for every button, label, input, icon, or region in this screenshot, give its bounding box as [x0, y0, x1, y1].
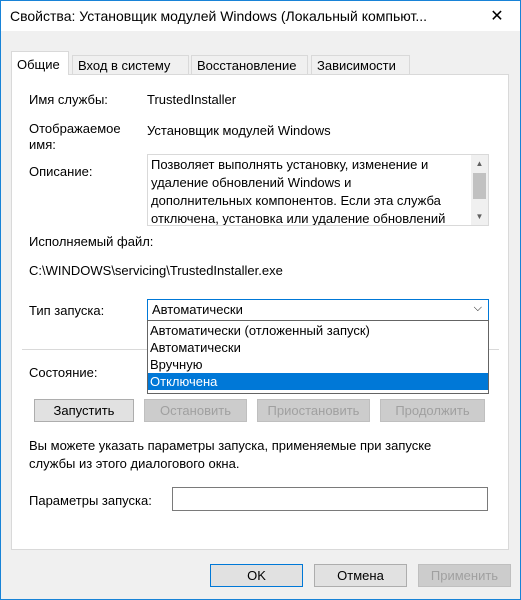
pause-button-label: Приостановить: [267, 403, 360, 418]
stop-button-label: Остановить: [160, 403, 231, 418]
tab-general[interactable]: Общие: [11, 51, 69, 75]
startup-option-manual[interactable]: Вручную: [148, 356, 488, 373]
scrollbar-thumb[interactable]: [473, 173, 486, 199]
start-params-label: Параметры запуска:: [29, 493, 152, 508]
service-properties-dialog: Свойства: Установщик модулей Windows (Ло…: [0, 0, 521, 600]
description-line: Позволяет выполнять установку, изменение…: [151, 157, 429, 172]
description-line: отключена, установка или удаление обновл…: [151, 211, 446, 226]
resume-button[interactable]: Продолжить: [380, 399, 485, 422]
tab-recovery[interactable]: Восстановление: [191, 55, 308, 74]
description-label: Описание:: [29, 164, 93, 179]
title-bar[interactable]: Свойства: Установщик модулей Windows (Ло…: [1, 1, 520, 31]
status-label: Состояние:: [29, 365, 98, 380]
startup-option-disabled[interactable]: Отключена: [148, 373, 488, 390]
stop-button[interactable]: Остановить: [144, 399, 247, 422]
start-button[interactable]: Запустить: [34, 399, 134, 422]
ok-button-label: OK: [247, 568, 266, 583]
scroll-down-icon[interactable]: ▼: [471, 208, 488, 225]
apply-button[interactable]: Применить: [418, 564, 511, 587]
startup-option-auto[interactable]: Автоматически: [148, 339, 488, 356]
description-line: удаление обновлений Windows и: [151, 175, 352, 190]
startup-option-auto-delayed[interactable]: Автоматически (отложенный запуск): [148, 322, 488, 339]
description-textbox[interactable]: Позволяет выполнять установку, изменение…: [147, 154, 489, 226]
description-line: дополнительных компонентов. Если эта слу…: [151, 193, 441, 208]
startup-type-value: Автоматически: [152, 302, 243, 317]
ok-button[interactable]: OK: [210, 564, 303, 587]
startup-type-label: Тип запуска:: [29, 303, 105, 318]
general-tab-panel: Имя службы: TrustedInstaller Отображаемо…: [11, 74, 509, 550]
executable-label: Исполняемый файл:: [29, 234, 154, 249]
tab-logon-label: Вход в систему: [78, 58, 171, 73]
display-name-label-line2: имя:: [29, 137, 56, 152]
startup-type-dropdown: Автоматически (отложенный запуск) Автома…: [147, 320, 489, 394]
service-name-value: TrustedInstaller: [147, 92, 237, 107]
tab-logon[interactable]: Вход в систему: [72, 55, 189, 74]
start-params-input[interactable]: [172, 487, 488, 511]
tab-dependencies[interactable]: Зависимости: [311, 55, 410, 74]
chevron-down-icon: ⌵: [473, 302, 482, 314]
cancel-button-label: Отмена: [337, 568, 384, 583]
start-button-label: Запустить: [53, 403, 115, 418]
cancel-button[interactable]: Отмена: [314, 564, 407, 587]
hint-text-line1: Вы можете указать параметры запуска, при…: [29, 438, 432, 453]
hint-text-line2: службы из этого диалогового окна.: [29, 456, 240, 471]
close-icon[interactable]: ✕: [474, 1, 520, 31]
service-name-label: Имя службы:: [29, 92, 108, 107]
description-text: Позволяет выполнять установку, изменение…: [151, 156, 469, 226]
tab-recovery-label: Восстановление: [197, 58, 297, 73]
description-scrollbar[interactable]: ▲ ▼: [471, 155, 488, 225]
apply-button-label: Применить: [430, 568, 499, 583]
display-name-label-line1: Отображаемое: [29, 121, 121, 136]
scroll-up-icon[interactable]: ▲: [471, 155, 488, 172]
tab-general-label: Общие: [17, 57, 60, 72]
pause-button[interactable]: Приостановить: [257, 399, 370, 422]
executable-path: C:\WINDOWS\servicing\TrustedInstaller.ex…: [29, 263, 283, 278]
resume-button-label: Продолжить: [395, 403, 470, 418]
window-title: Свойства: Установщик модулей Windows (Ло…: [10, 8, 427, 24]
tab-dependencies-label: Зависимости: [317, 58, 396, 73]
display-name-value: Установщик модулей Windows: [147, 123, 331, 138]
startup-type-select[interactable]: Автоматически ⌵: [147, 299, 489, 321]
